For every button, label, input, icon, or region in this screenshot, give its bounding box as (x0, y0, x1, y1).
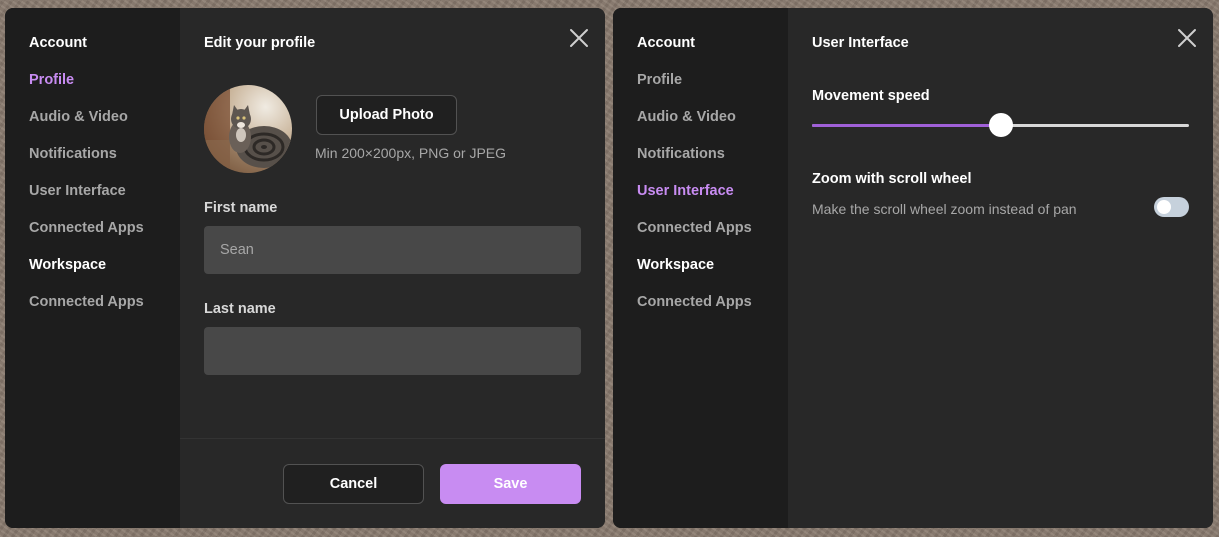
first-name-label: First name (204, 200, 278, 216)
last-name-field[interactable] (204, 327, 581, 375)
last-name-label: Last name (204, 301, 276, 317)
profile-dialog: Account Profile Audio & Video Notificati… (5, 8, 605, 528)
sidebar-item-workspace-connected-apps[interactable]: Connected Apps (5, 293, 180, 311)
user-interface-dialog: Account Profile Audio & Video Notificati… (613, 8, 1213, 528)
sidebar-heading-account: Account (637, 35, 695, 51)
page-title: Edit your profile (204, 35, 316, 51)
sidebar-item-user-interface[interactable]: User Interface (5, 182, 180, 200)
zoom-setting-label: Zoom with scroll wheel (812, 171, 972, 187)
upload-photo-button[interactable]: Upload Photo (316, 95, 457, 135)
avatar (204, 85, 292, 173)
sidebar-item-workspace-connected-apps[interactable]: Connected Apps (613, 293, 788, 311)
settings-sidebar: Account Profile Audio & Video Notificati… (5, 8, 180, 528)
cancel-button[interactable]: Cancel (283, 464, 424, 504)
slider-thumb[interactable] (988, 113, 1013, 137)
sidebar-item-audio-video[interactable]: Audio & Video (613, 108, 788, 126)
first-name-field[interactable] (204, 226, 581, 274)
user-interface-panel: User Interface Movement speed Zoom with … (788, 8, 1213, 528)
slider-fill (812, 124, 1001, 127)
sidebar-item-connected-apps[interactable]: Connected Apps (5, 219, 180, 237)
sidebar-item-audio-video[interactable]: Audio & Video (5, 108, 180, 126)
sidebar-item-profile[interactable]: Profile (5, 71, 180, 89)
settings-sidebar: Account Profile Audio & Video Notificati… (613, 8, 788, 528)
dialog-footer: Cancel Save (180, 438, 605, 528)
sidebar-heading-workspace: Workspace (637, 257, 715, 273)
movement-speed-label: Movement speed (812, 88, 930, 104)
page-title: User Interface (812, 35, 909, 51)
sidebar-item-user-interface[interactable]: User Interface (613, 182, 788, 200)
close-icon[interactable] (1175, 26, 1199, 50)
zoom-setting-description: Make the scroll wheel zoom instead of pa… (812, 201, 1077, 217)
sidebar-item-connected-apps[interactable]: Connected Apps (613, 219, 788, 237)
sidebar-item-notifications[interactable]: Notifications (613, 145, 788, 163)
upload-hint: Min 200×200px, PNG or JPEG (315, 145, 507, 161)
zoom-scroll-toggle[interactable] (1154, 197, 1189, 217)
toggle-knob (1157, 200, 1171, 214)
profile-panel: Edit your profile Upload Photo Min 200×2… (180, 8, 605, 528)
sidebar-item-notifications[interactable]: Notifications (5, 145, 180, 163)
sidebar-heading-workspace: Workspace (29, 257, 107, 273)
sidebar-heading-account: Account (29, 35, 87, 51)
save-button[interactable]: Save (440, 464, 581, 504)
close-icon[interactable] (567, 26, 591, 50)
sidebar-item-profile[interactable]: Profile (613, 71, 788, 89)
movement-speed-slider[interactable] (812, 113, 1189, 137)
